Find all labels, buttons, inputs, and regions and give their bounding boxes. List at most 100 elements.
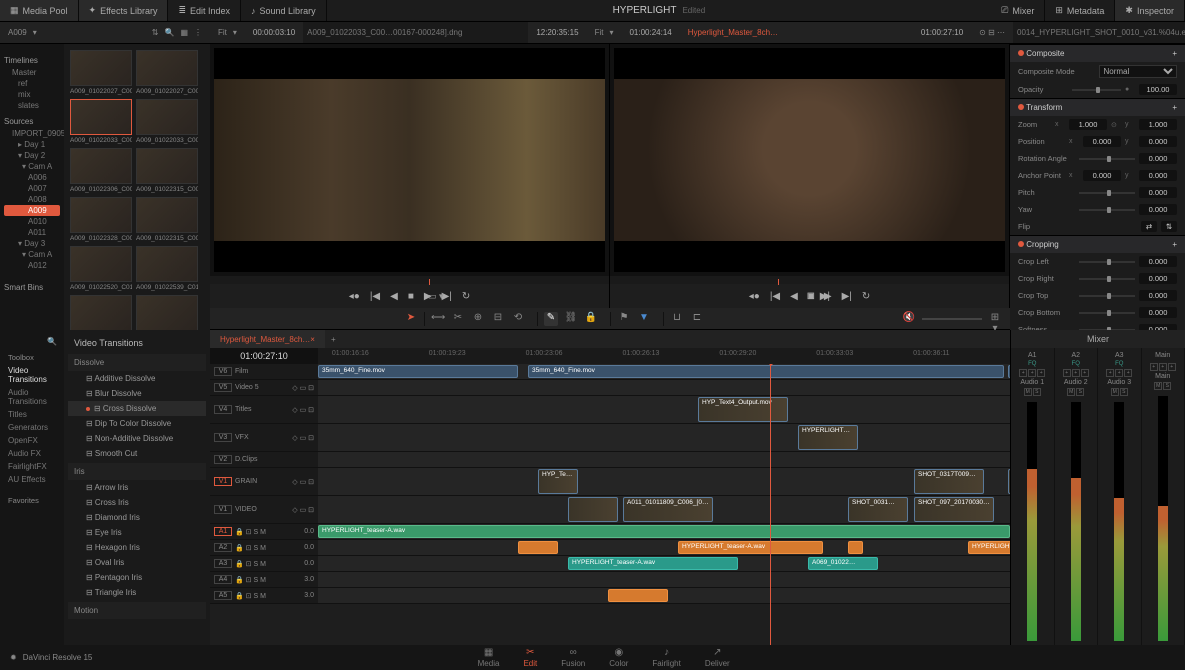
bin-a011[interactable]: A011 bbox=[4, 227, 60, 238]
v4-selector[interactable]: V4 bbox=[214, 405, 232, 414]
bin-a012[interactable]: A012 bbox=[4, 260, 60, 271]
grid-icon[interactable]: ▦ bbox=[180, 28, 188, 37]
pitch-value[interactable]: 0.000 bbox=[1139, 187, 1177, 198]
v1-name[interactable]: VIDEO bbox=[235, 506, 257, 513]
timeline-ruler[interactable]: 01:00:27:10 01:00:16:1601:00:19:2301:00:… bbox=[210, 348, 1010, 364]
a3-gain[interactable]: 0.0 bbox=[304, 560, 314, 567]
rec-prev-frame[interactable]: ◀ bbox=[790, 291, 798, 302]
snap-icon[interactable]: ⊔ bbox=[670, 312, 684, 326]
page-media[interactable]: ▦Media bbox=[478, 647, 500, 668]
fx-item[interactable]: ⊟ Hexagon Iris bbox=[68, 540, 206, 555]
a2-gain[interactable]: 0.0 bbox=[304, 544, 314, 551]
composite-header[interactable]: Composite+ bbox=[1010, 44, 1185, 62]
clip[interactable]: HYP_Te… bbox=[538, 469, 578, 494]
src-filename[interactable]: A009_01022033_C00…00167-000248].dng bbox=[303, 22, 528, 43]
timelines-header[interactable]: Timelines bbox=[4, 56, 60, 65]
rec-first-frame[interactable]: ◂● bbox=[749, 291, 760, 302]
crop-left[interactable]: 0.000 bbox=[1139, 256, 1177, 267]
v1g-name[interactable]: GRAIN bbox=[235, 478, 257, 485]
fx-item[interactable]: ⊟ Non-Additive Dissolve bbox=[68, 431, 206, 446]
page-deliver[interactable]: ↗Deliver bbox=[705, 647, 730, 668]
fx-item[interactable]: ⊟ Smooth Cut bbox=[68, 446, 206, 461]
v1-selector[interactable]: V1 bbox=[214, 505, 232, 514]
v3-name[interactable]: VFX bbox=[235, 434, 249, 441]
clip[interactable]: 35mm_640_Fine.mov bbox=[528, 365, 1004, 378]
a1-selector[interactable]: A1 bbox=[214, 527, 232, 536]
pos-x[interactable]: 0.000 bbox=[1083, 136, 1121, 147]
a4-selector[interactable]: A4 bbox=[214, 575, 232, 584]
flip-v[interactable]: ⇅ bbox=[1161, 221, 1177, 232]
fx-item[interactable]: ⊟ Cross Dissolve bbox=[68, 401, 206, 416]
app-brand[interactable]: ✹DaVinci Resolve 15 bbox=[0, 653, 102, 662]
link-tool[interactable]: ✎ bbox=[544, 312, 558, 326]
bin-a010[interactable]: A010 bbox=[4, 216, 60, 227]
timeline-scrubber[interactable] bbox=[610, 276, 1009, 284]
mute-icon[interactable]: 🔇 bbox=[902, 312, 916, 326]
fx-item[interactable]: ⊟ Eye Iris bbox=[68, 525, 206, 540]
clip[interactable]: SHOT_0317T009… bbox=[914, 469, 984, 494]
crop-left-slider[interactable] bbox=[1079, 261, 1136, 263]
clip-thumbnail[interactable]: A009_01022315_C008_0… bbox=[136, 197, 198, 242]
page-color[interactable]: ◉Color bbox=[609, 647, 628, 668]
sort-icon[interactable]: ⇅ bbox=[152, 28, 159, 37]
bin-import[interactable]: IMPORT_0905 bbox=[4, 128, 60, 139]
source-screen[interactable] bbox=[214, 48, 605, 272]
rec-loop[interactable]: ↻ bbox=[862, 291, 870, 302]
bin-a006[interactable]: A006 bbox=[4, 172, 60, 183]
clip-thumbnail[interactable]: A009_01022306_C005_[… bbox=[70, 148, 132, 193]
src-first-frame[interactable]: ◂● bbox=[349, 291, 360, 302]
audio-clip[interactable] bbox=[848, 541, 863, 554]
clip[interactable]: SHOT_097_20170030… bbox=[914, 497, 994, 522]
clip[interactable]: HYP_Text4_Output.mov bbox=[698, 397, 788, 422]
marker-icon[interactable]: ▼ bbox=[637, 312, 651, 326]
anchor-x[interactable]: 0.000 bbox=[1083, 170, 1121, 181]
v4-name[interactable]: Titles bbox=[235, 406, 251, 413]
fx-category[interactable]: Video Transitions bbox=[4, 364, 60, 386]
fx-item[interactable]: ⊟ Pentagon Iris bbox=[68, 570, 206, 585]
bin-cam-a-3[interactable]: ▾ Cam A bbox=[4, 249, 60, 260]
v6-selector[interactable]: V6 bbox=[214, 367, 232, 376]
timeline-tab[interactable]: Hyperlight_Master_8ch… × bbox=[210, 330, 325, 348]
clip-thumbnail[interactable]: A009_01022033_C003_[… bbox=[70, 99, 132, 144]
overwrite-tool[interactable]: ⊟ bbox=[491, 312, 505, 326]
audio-clip[interactable]: HYPERLIGHT… bbox=[968, 541, 1010, 554]
arrow-tool[interactable]: ➤ bbox=[404, 312, 418, 326]
clip-thumbnail[interactable]: A009_01022315_C006_0… bbox=[136, 148, 198, 193]
clip-thumbnail[interactable]: A009_01022328_C007_[… bbox=[70, 197, 132, 242]
clip[interactable]: SHOT_0031… bbox=[848, 497, 908, 522]
bin-a007[interactable]: A007 bbox=[4, 183, 60, 194]
fx-item[interactable]: ⊟ Additive Dissolve bbox=[68, 371, 206, 386]
src-stop[interactable]: ■ bbox=[408, 291, 414, 302]
bin-day1[interactable]: ▸ Day 1 bbox=[4, 139, 60, 150]
fx-search[interactable]: 🔍 bbox=[4, 334, 60, 349]
src-prev-frame[interactable]: ◀ bbox=[390, 291, 398, 302]
pitch-slider[interactable] bbox=[1079, 192, 1136, 194]
scroll-icon[interactable]: ⊏ bbox=[690, 312, 704, 326]
playhead[interactable] bbox=[770, 364, 771, 645]
zoom-slider[interactable] bbox=[922, 318, 982, 320]
fx-item[interactable]: ⊟ Diamond Iris bbox=[68, 510, 206, 525]
a4-gain[interactable]: 3.0 bbox=[304, 576, 314, 583]
bin-cam-a[interactable]: ▾ Cam A bbox=[4, 161, 60, 172]
bin-day3[interactable]: ▾ Day 3 bbox=[4, 238, 60, 249]
yaw-slider[interactable] bbox=[1079, 209, 1136, 211]
zoom-x[interactable]: 1.000 bbox=[1069, 119, 1107, 130]
crop-bottom-slider[interactable] bbox=[1079, 312, 1136, 314]
bin-day2[interactable]: ▾ Day 2 bbox=[4, 150, 60, 161]
audio-clip[interactable]: HYPERLIGHT_teaser-A.wav bbox=[568, 557, 738, 570]
src-prev-clip[interactable]: |◀ bbox=[370, 291, 380, 302]
transform-header[interactable]: Transform+ bbox=[1010, 98, 1185, 116]
media-pool-toggle[interactable]: ▦Media Pool bbox=[0, 0, 79, 21]
fx-category[interactable]: Audio FX bbox=[4, 447, 60, 460]
page-edit[interactable]: ✂Edit bbox=[523, 647, 537, 668]
mixer-toggle[interactable]: ⎚Mixer bbox=[991, 0, 1045, 21]
a3-selector[interactable]: A3 bbox=[214, 559, 232, 568]
favorites-header[interactable]: Favorites bbox=[4, 492, 60, 507]
effects-library-toggle[interactable]: ✦Effects Library bbox=[79, 0, 169, 21]
src-fit[interactable]: Fit ▾ bbox=[210, 22, 245, 43]
bin-master[interactable]: Master bbox=[4, 67, 60, 78]
timeline-screen[interactable] bbox=[614, 48, 1005, 272]
v3-selector[interactable]: V3 bbox=[214, 433, 232, 442]
src-loop[interactable]: ↻ bbox=[462, 291, 470, 302]
sound-library-toggle[interactable]: ♪Sound Library bbox=[241, 0, 327, 21]
